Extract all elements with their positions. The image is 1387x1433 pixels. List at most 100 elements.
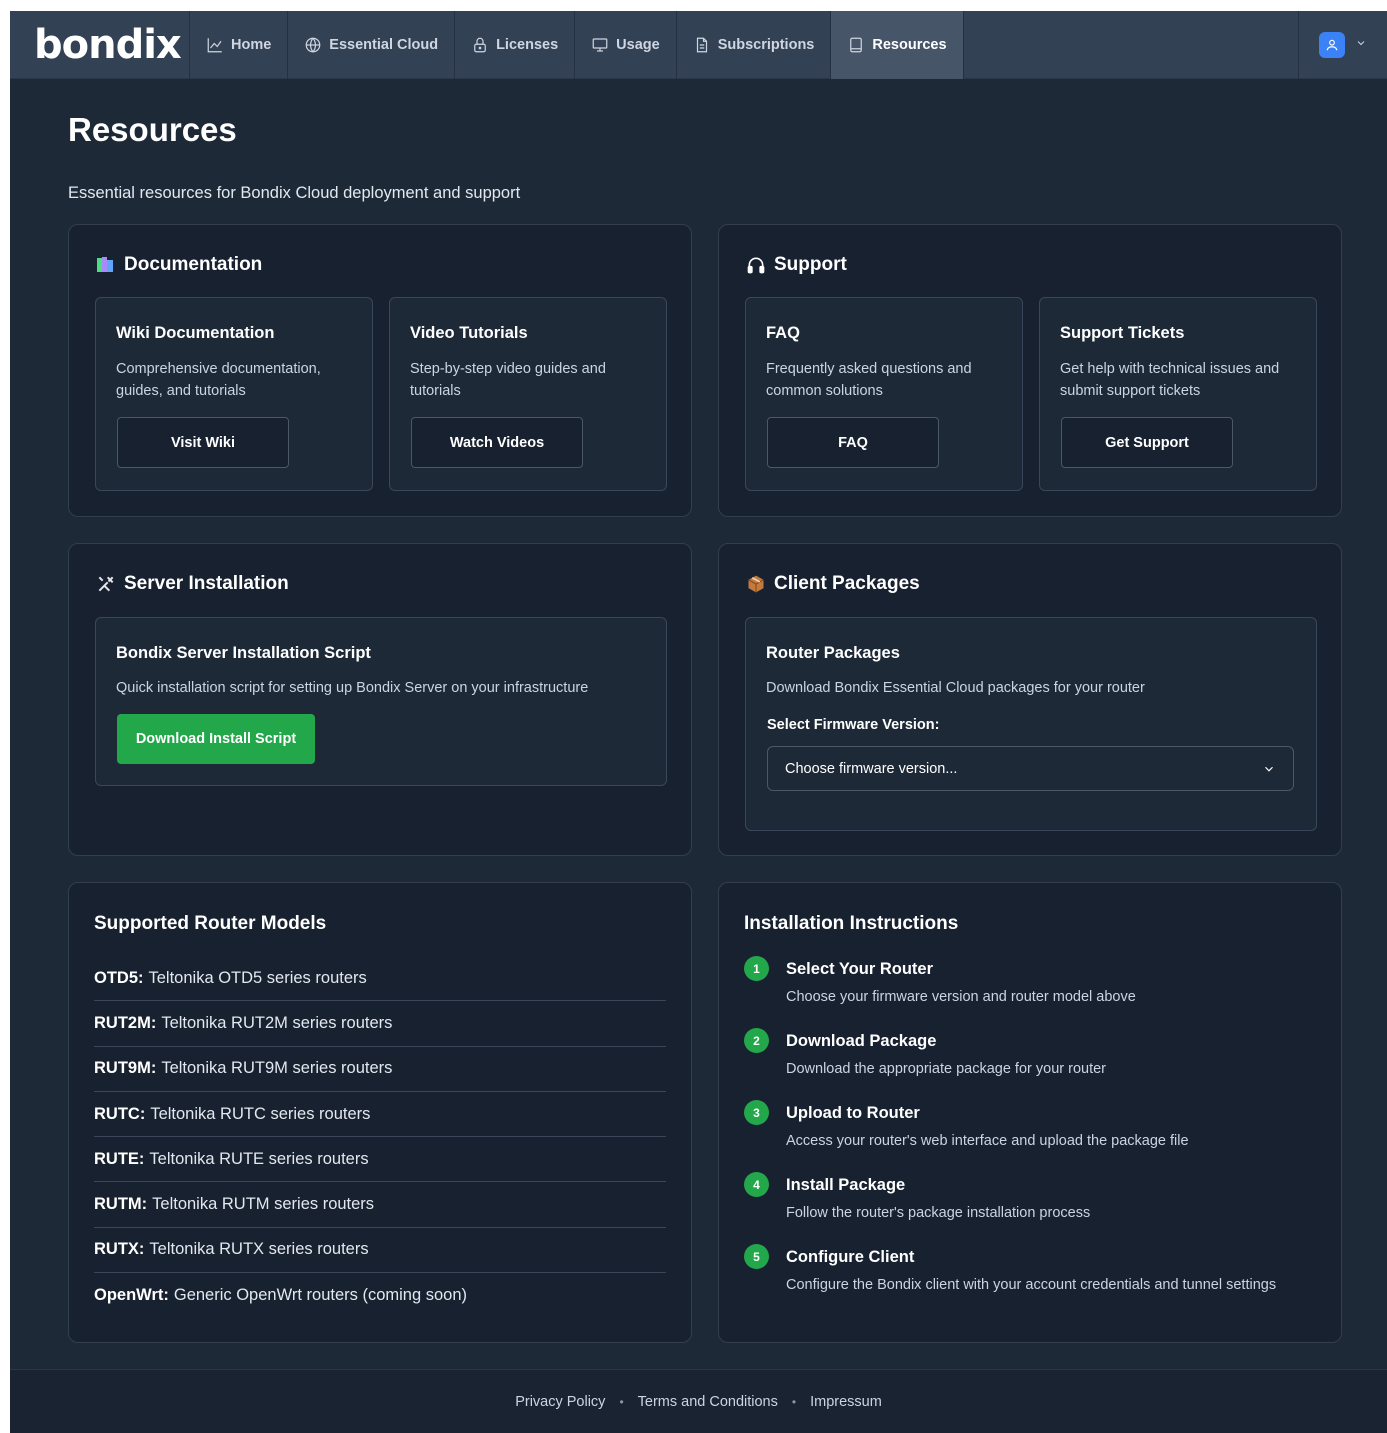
model-desc: Teltonika OTD5 series routers bbox=[148, 968, 367, 987]
model-desc: Teltonika RUT9M series routers bbox=[161, 1059, 393, 1078]
list-item: RUTX: Teltonika RUTX series routers bbox=[94, 1228, 666, 1274]
tools-icon bbox=[96, 574, 116, 594]
nav-item-essential-cloud[interactable]: Essential Cloud bbox=[288, 11, 456, 79]
step-title: Download Package bbox=[786, 1032, 937, 1050]
video-title: Video Tutorials bbox=[410, 324, 528, 342]
firmware-version-select[interactable]: Choose firmware version... bbox=[767, 746, 1294, 791]
model-code: RUT9M: bbox=[94, 1059, 157, 1078]
headphones-icon bbox=[746, 255, 766, 275]
documentation-title: Documentation bbox=[96, 254, 262, 276]
download-install-script-button[interactable]: Download Install Script bbox=[117, 714, 315, 764]
client-title-text: Client Packages bbox=[774, 573, 920, 594]
step-title: Select Your Router bbox=[786, 960, 934, 978]
server-title: Server Installation bbox=[96, 573, 289, 595]
nav-item-subscriptions[interactable]: Subscriptions bbox=[677, 11, 832, 79]
step-description: Download the appropriate package for you… bbox=[786, 1061, 1106, 1077]
install-script-title: Bondix Server Installation Script bbox=[116, 644, 371, 662]
step-description: Choose your firmware version and router … bbox=[786, 989, 1136, 1005]
router-packages-panel: Router Packages Download Bondix Essentia… bbox=[745, 617, 1317, 831]
bondix-logo[interactable]: bondix bbox=[10, 11, 190, 79]
tickets-desc-line: Get help with technical issues and bbox=[1060, 361, 1280, 377]
router-packages-description: Download Bondix Essential Cloud packages… bbox=[766, 680, 1145, 696]
model-code: RUT2M: bbox=[94, 1013, 157, 1032]
step-title: Configure Client bbox=[786, 1248, 915, 1266]
models-list: OTD5: Teltonika OTD5 series routers RUT2M… bbox=[94, 956, 666, 1318]
server-title-text: Server Installation bbox=[124, 573, 289, 594]
step-number-badge: 4 bbox=[744, 1172, 769, 1197]
models-title: Supported Router Models bbox=[94, 913, 327, 934]
firmware-select-label: Select Firmware Version: bbox=[767, 717, 940, 733]
documentation-card: Documentation Wiki Documentation Compreh… bbox=[68, 224, 692, 517]
video-desc-line: Step-by-step video guides and bbox=[410, 361, 606, 377]
user-menu[interactable] bbox=[1298, 11, 1387, 79]
faq-desc-line: Frequently asked questions and bbox=[766, 361, 972, 377]
faq-button[interactable]: FAQ bbox=[767, 417, 939, 468]
page-title: Resources bbox=[68, 111, 237, 148]
nav-item-label: Essential Cloud bbox=[329, 37, 439, 53]
server-installation-card: Server Installation Bondix Server Instal… bbox=[68, 543, 692, 856]
nav-item-resources[interactable]: Resources bbox=[831, 11, 964, 79]
nav-item-label: Home bbox=[231, 37, 272, 53]
model-desc: Teltonika RUTE series routers bbox=[149, 1149, 369, 1168]
footer: Privacy Policy • Terms and Conditions • … bbox=[10, 1369, 1387, 1433]
wiki-documentation-panel: Wiki Documentation Comprehensive documen… bbox=[95, 297, 373, 491]
support-title: Support bbox=[746, 254, 847, 276]
nav-item-licenses[interactable]: Licenses bbox=[455, 11, 576, 79]
model-desc: Generic OpenWrt routers (coming soon) bbox=[173, 1286, 468, 1305]
model-code: RUTE: bbox=[94, 1149, 145, 1168]
book-icon bbox=[850, 37, 863, 53]
documentation-title-text: Documentation bbox=[124, 254, 263, 275]
faq-title: FAQ bbox=[766, 324, 800, 342]
step-number-badge: 1 bbox=[744, 956, 769, 981]
model-desc: Teltonika RUT2M series routers bbox=[161, 1013, 393, 1032]
wiki-title: Wiki Documentation bbox=[116, 324, 275, 342]
step-item: 1 Select Your Router Choose your firmwar… bbox=[744, 956, 1276, 1028]
step-title: Install Package bbox=[786, 1176, 906, 1194]
step-item: 3 Upload to Router Access your router's … bbox=[744, 1100, 1276, 1172]
video-description: Step-by-step video guides and tutorials bbox=[410, 358, 606, 402]
step-description: Access your router's web interface and u… bbox=[786, 1133, 1189, 1149]
faq-panel: FAQ Frequently asked questions and commo… bbox=[745, 297, 1023, 491]
nav-item-home[interactable]: Home bbox=[190, 11, 289, 79]
faq-desc-line: common solutions bbox=[766, 383, 883, 399]
faq-description: Frequently asked questions and common so… bbox=[766, 358, 972, 402]
list-item: RUT9M: Teltonika RUT9M series routers bbox=[94, 1047, 666, 1092]
get-support-button[interactable]: Get Support bbox=[1061, 417, 1233, 468]
document-icon bbox=[696, 37, 707, 53]
installation-instructions-card: Installation Instructions 1 Select Your … bbox=[718, 882, 1342, 1343]
wiki-desc-line: Comprehensive documentation, bbox=[116, 361, 321, 377]
tickets-desc-line: submit support tickets bbox=[1060, 383, 1201, 399]
monitor-icon bbox=[592, 38, 608, 52]
watch-videos-button[interactable]: Watch Videos bbox=[411, 417, 583, 468]
list-item: RUTC: Teltonika RUTC series routers bbox=[94, 1092, 666, 1138]
install-script-panel: Bondix Server Installation Script Quick … bbox=[95, 617, 667, 786]
list-item: RUTE: Teltonika RUTE series routers bbox=[94, 1137, 666, 1183]
supported-models-card: Supported Router Models OTD5: Teltonika O… bbox=[68, 882, 692, 1343]
user-icon bbox=[1326, 39, 1338, 51]
avatar[interactable] bbox=[1319, 32, 1345, 58]
steps-list: 1 Select Your Router Choose your firmwar… bbox=[744, 956, 1276, 1316]
step-description: Configure the Bondix client with your ac… bbox=[786, 1277, 1277, 1293]
terms-link[interactable]: Terms and Conditions bbox=[638, 1394, 778, 1410]
support-card: Support FAQ Frequently asked questions a… bbox=[718, 224, 1342, 517]
video-tutorials-panel: Video Tutorials Step-by-step video guide… bbox=[389, 297, 667, 491]
chevron-down-icon[interactable] bbox=[1355, 36, 1367, 54]
step-number-badge: 2 bbox=[744, 1028, 769, 1053]
privacy-policy-link[interactable]: Privacy Policy bbox=[515, 1394, 605, 1410]
support-tickets-panel: Support Tickets Get help with technical … bbox=[1039, 297, 1317, 491]
list-item: RUT2M: Teltonika RUT2M series routers bbox=[94, 1001, 666, 1047]
nav-item-usage[interactable]: Usage bbox=[575, 11, 677, 79]
model-code: RUTC: bbox=[94, 1104, 146, 1123]
footer-separator: • bbox=[619, 1394, 624, 1409]
books-icon bbox=[96, 255, 116, 275]
video-desc-line: tutorials bbox=[410, 383, 461, 399]
model-desc: Teltonika RUTX series routers bbox=[149, 1240, 369, 1259]
tickets-description: Get help with technical issues and submi… bbox=[1060, 358, 1279, 402]
nav-item-label: Licenses bbox=[496, 37, 559, 53]
impressum-link[interactable]: Impressum bbox=[810, 1394, 882, 1410]
list-item: OpenWrt: Generic OpenWrt routers (coming … bbox=[94, 1273, 666, 1318]
instructions-title: Installation Instructions bbox=[744, 913, 959, 934]
step-number-badge: 5 bbox=[744, 1244, 769, 1269]
router-packages-title: Router Packages bbox=[766, 644, 900, 662]
visit-wiki-button[interactable]: Visit Wiki bbox=[117, 417, 289, 468]
